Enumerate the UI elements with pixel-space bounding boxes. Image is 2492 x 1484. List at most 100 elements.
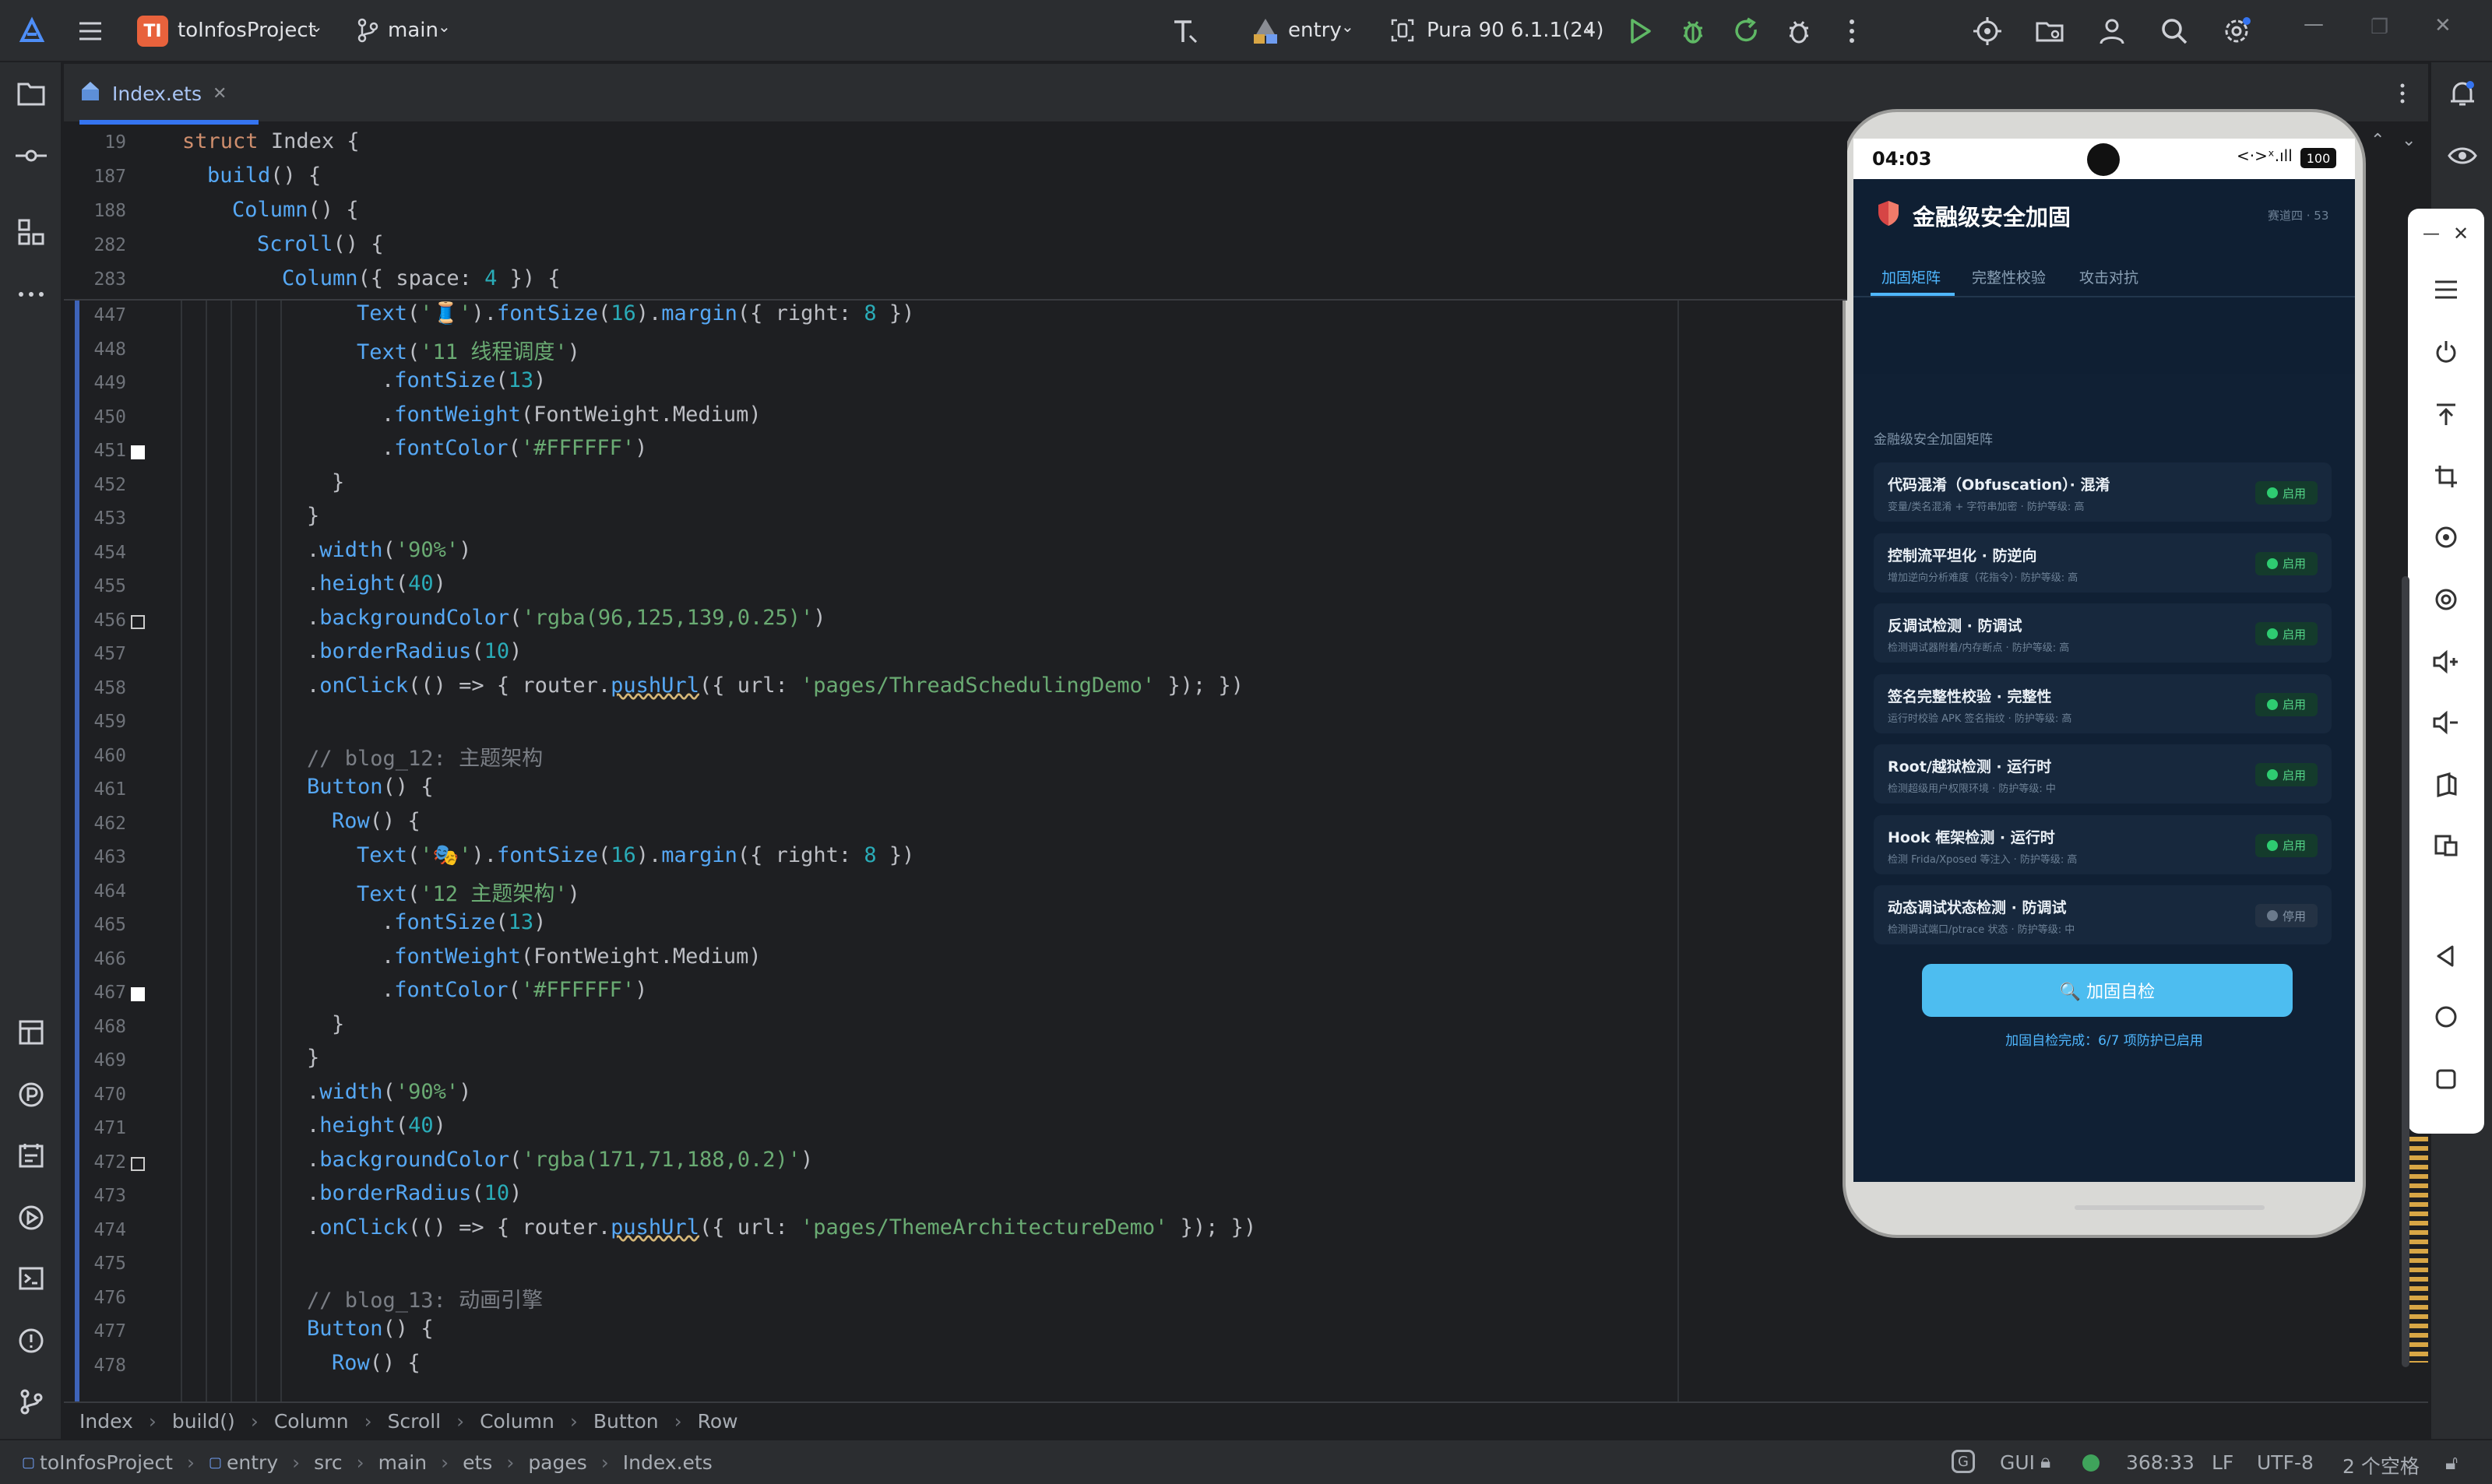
color-swatch-marker[interactable] <box>131 987 145 1001</box>
protection-item[interactable]: 代码混淆（Obfuscation）· 混淆 变量/类名混淆 + 字符串加密 · 防… <box>1874 462 2332 522</box>
protection-item[interactable]: 反调试检测 · 防调试 检测调试器附着/内存断点 · 防护等级: 高 启用 <box>1874 603 2332 663</box>
chevron-down-icon[interactable]: ⌄ <box>438 17 451 36</box>
chevron-down-icon[interactable]: ⌄ <box>310 17 323 36</box>
color-swatch-marker[interactable] <box>131 445 145 459</box>
path-item[interactable]: ets <box>463 1451 492 1474</box>
multi-device-icon[interactable] <box>2430 830 2462 861</box>
path-item[interactable]: Index.ets <box>623 1451 713 1474</box>
more-options-icon[interactable] <box>1838 16 1866 47</box>
scroll-down-icon[interactable]: ⌄ <box>2402 131 2416 150</box>
line-separator[interactable]: LF <box>2212 1451 2233 1474</box>
menu-icon[interactable] <box>2430 274 2462 305</box>
status-badge[interactable]: 启用 <box>2255 551 2318 575</box>
close-tab-icon[interactable]: ✕ <box>213 84 227 104</box>
branch-name[interactable]: main <box>388 19 438 42</box>
attach-debugger-icon[interactable] <box>1783 16 1814 47</box>
branch-icon[interactable] <box>355 17 380 44</box>
notifications-icon[interactable] <box>2445 76 2480 111</box>
version-control-icon[interactable] <box>14 1384 48 1419</box>
status-badge[interactable]: 停用 <box>2255 904 2318 927</box>
status-badge[interactable]: 启用 <box>2255 763 2318 786</box>
tab-attack-defense[interactable]: 攻击对抗 <box>2079 266 2138 287</box>
status-badge[interactable]: 启用 <box>2255 481 2318 505</box>
device-screen[interactable]: 04:03 <·>ˣ.ıll 100 金融级安全加固 赛道四 · 53 加固矩阵… <box>1853 139 2355 1182</box>
minimize-icon[interactable]: — <box>2304 12 2324 36</box>
project-badge[interactable]: TI <box>137 16 168 47</box>
path-item[interactable]: toInfosProject <box>40 1451 173 1474</box>
account-icon[interactable] <box>2096 16 2128 47</box>
indent-setting[interactable]: 2 个空格 <box>2342 1451 2420 1479</box>
pin-top-icon[interactable] <box>2430 399 2462 430</box>
profiler-icon[interactable] <box>14 1078 48 1112</box>
code-editor[interactable]: 19 struct Index { 187 build() { 188 Colu… <box>64 125 1847 1401</box>
terminal-icon[interactable] <box>14 1261 48 1296</box>
text-tool-icon[interactable] <box>1170 16 1201 47</box>
volume-up-icon[interactable] <box>2430 646 2462 677</box>
target-icon[interactable] <box>1972 16 2003 47</box>
apply-changes-icon[interactable] <box>1730 16 1762 47</box>
breadcrumb-item[interactable]: Button <box>593 1410 659 1433</box>
gui-indicator[interactable]: GUI <box>2000 1451 2035 1474</box>
close-emulator-icon[interactable]: ✕ <box>2445 218 2476 249</box>
app-logo-icon[interactable] <box>17 16 47 45</box>
path-item[interactable]: pages <box>528 1451 586 1474</box>
fold-icon[interactable] <box>2430 769 2462 800</box>
editor-scrollbar[interactable] <box>2402 576 2409 1367</box>
color-swatch-marker[interactable] <box>131 1156 145 1171</box>
home-nav-icon[interactable] <box>2430 1001 2462 1032</box>
minimize-emulator-icon[interactable]: — <box>2416 218 2447 249</box>
chevron-down-icon[interactable]: ⌄ <box>1341 17 1354 36</box>
breadcrumb-item[interactable]: Row <box>698 1410 738 1433</box>
read-only-toggle-icon[interactable]: 🔓︎ <box>2445 1451 2458 1475</box>
breadcrumb-item[interactable]: Column <box>274 1410 349 1433</box>
path-item[interactable]: src <box>314 1451 343 1474</box>
preview-eye-icon[interactable] <box>2445 139 2480 173</box>
module-icon[interactable] <box>1251 16 1280 45</box>
project-folder-icon[interactable] <box>14 76 48 111</box>
project-name[interactable]: toInfosProject <box>178 19 316 42</box>
breadcrumb-item[interactable]: Scroll <box>388 1410 442 1433</box>
problems-icon[interactable] <box>14 1324 48 1358</box>
todo-icon[interactable] <box>14 1138 48 1173</box>
self-check-button[interactable]: 🔍 加固自检 <box>1922 964 2293 1017</box>
volume-down-icon[interactable] <box>2430 707 2462 738</box>
close-window-icon[interactable]: ✕ <box>2434 14 2452 37</box>
device-name[interactable]: Pura 90 6.1.1(24) <box>1427 19 1603 42</box>
status-badge[interactable]: 启用 <box>2255 692 2318 716</box>
device-icon[interactable] <box>1389 17 1416 44</box>
layout-icon[interactable] <box>14 1015 48 1050</box>
scroll-up-icon[interactable]: ⌃ <box>2371 131 2385 150</box>
run-icon[interactable] <box>1624 16 1656 47</box>
g-icon[interactable]: G <box>1952 1450 1975 1473</box>
tab-hardening-matrix[interactable]: 加固矩阵 <box>1881 266 1941 287</box>
path-item[interactable]: entry <box>227 1451 278 1474</box>
lock-icon[interactable]: 🔒︎ <box>2040 1450 2050 1473</box>
settings-icon[interactable] <box>2221 16 2252 47</box>
record-icon[interactable] <box>2430 584 2462 615</box>
device-manager-icon[interactable] <box>2034 16 2065 47</box>
status-badge[interactable]: 启用 <box>2255 833 2318 857</box>
breadcrumb-item[interactable]: build() <box>172 1410 235 1433</box>
power-icon[interactable] <box>2430 336 2462 367</box>
protection-item[interactable]: Hook 框架检测 · 运行时 检测 Frida/Xposed 等注入 · 防护等… <box>1874 814 2332 874</box>
chevron-down-icon[interactable]: ⌄ <box>1582 17 1596 36</box>
tab-integrity-check[interactable]: 完整性校验 <box>1972 266 2046 287</box>
rotate-icon[interactable] <box>2430 522 2462 553</box>
protection-item[interactable]: 签名完整性校验 · 完整性 运行时校验 APK 签名指纹 · 防护等级: 高 启用 <box>1874 673 2332 733</box>
search-icon[interactable] <box>2159 16 2190 47</box>
caret-position[interactable]: 368:33 <box>2126 1451 2195 1474</box>
commit-icon[interactable] <box>14 139 48 173</box>
path-item[interactable]: main <box>378 1451 427 1474</box>
protection-item[interactable]: 控制流平坦化 · 防逆向 增加逆向分析难度（花指令）· 防护等级: 高 启用 <box>1874 533 2332 593</box>
tab-options-icon[interactable] <box>2391 78 2414 109</box>
protection-item[interactable]: Root/越狱检测 · 运行时 检测超级用户权限环境 · 防护等级: 中 启用 <box>1874 744 2332 804</box>
back-nav-icon[interactable] <box>2430 941 2462 972</box>
debug-icon[interactable] <box>1677 16 1709 47</box>
run-config-name[interactable]: entry <box>1288 19 1342 42</box>
maximize-icon[interactable]: ❐ <box>2371 16 2388 39</box>
structure-icon[interactable] <box>14 215 48 249</box>
recents-nav-icon[interactable] <box>2430 1064 2462 1095</box>
breadcrumb-item[interactable]: Column <box>480 1410 554 1433</box>
file-encoding[interactable]: UTF-8 <box>2257 1451 2314 1474</box>
protection-item[interactable]: 动态调试状态检测 · 防调试 检测调试端口/ptrace 状态 · 防护等级: 中… <box>1874 885 2332 944</box>
